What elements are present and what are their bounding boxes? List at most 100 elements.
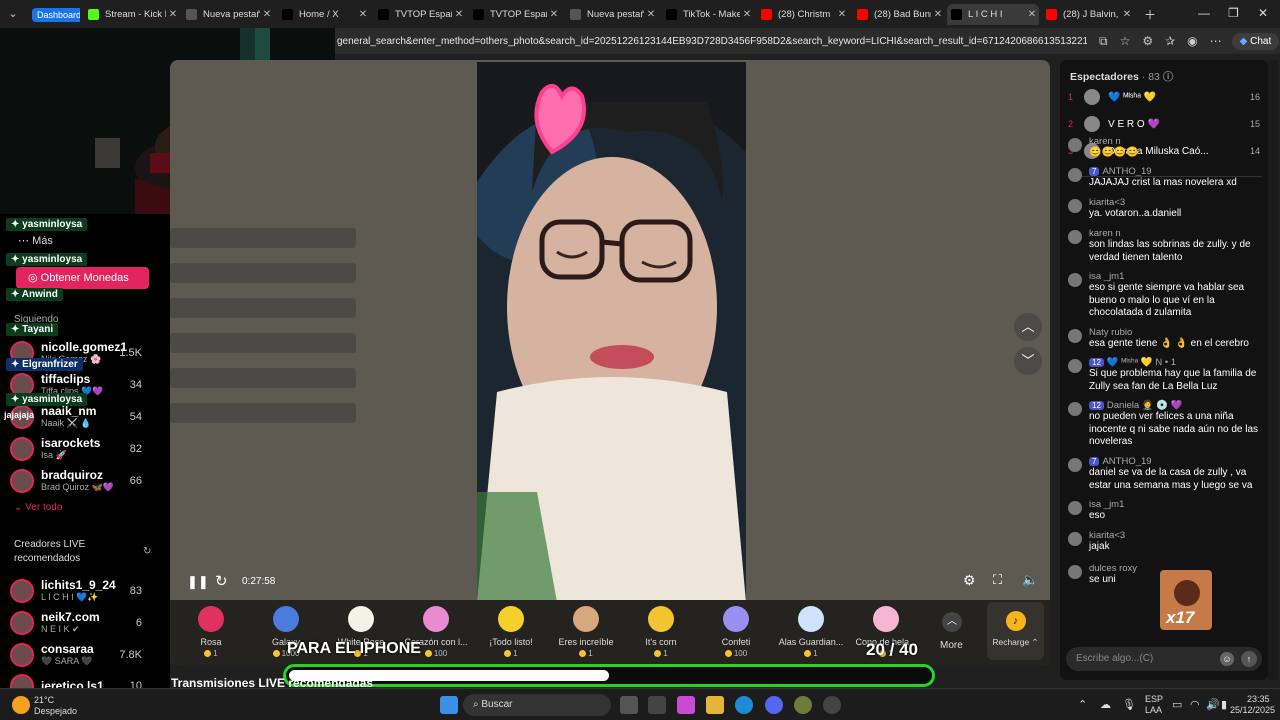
avatar[interactable] (10, 436, 34, 461)
browser-tab[interactable]: Stream - Kick Da✕ (84, 4, 180, 25)
browser-tab[interactable]: TVTOP España (✕ (469, 4, 561, 25)
next-stream-button[interactable]: ﹀ (1014, 347, 1042, 375)
comment-username[interactable]: kiarita<3 (1089, 530, 1125, 541)
recharge-button[interactable]: ♪ Recharge ⌃ (987, 602, 1044, 660)
browser-tab[interactable]: TVTOP España (✕ (374, 4, 466, 25)
creator-name[interactable]: consaraa (41, 642, 94, 656)
menu-dots-icon[interactable]: ⋯ (1210, 34, 1222, 48)
refresh-icon[interactable]: ↻ (143, 546, 151, 557)
avatar[interactable] (1068, 199, 1082, 213)
settings-icon[interactable]: ⚙ (963, 572, 976, 589)
open-in-app-icon[interactable]: ⧉ (1099, 34, 1108, 49)
gift-item[interactable]: Eres increíble 1 (551, 606, 621, 658)
close-tab-icon[interactable]: ✕ (356, 9, 370, 20)
tray-chevron-icon[interactable]: ⌃ (1078, 698, 1087, 711)
avatar[interactable] (1068, 402, 1082, 416)
comment-username[interactable]: Daniela 🤵 💿 💜 (1107, 400, 1183, 411)
comment-user[interactable]: isa _jm1 (1089, 499, 1260, 510)
clock-time[interactable]: 23:35 (1247, 694, 1270, 704)
browser-tab[interactable]: Nueva pestaña✕ (566, 4, 658, 25)
close-tab-icon[interactable]: ✕ (166, 9, 180, 20)
windows-start-icon[interactable] (440, 696, 458, 714)
creator-name[interactable]: isarockets (41, 436, 100, 450)
discord-icon[interactable] (765, 696, 783, 714)
avatar[interactable] (10, 578, 34, 603)
taskbar-search[interactable]: ⌕ Buscar (463, 694, 611, 716)
info-icon[interactable]: ⓘ (1163, 71, 1174, 83)
creator-name[interactable]: neik7.com (41, 610, 100, 624)
avatar[interactable] (1068, 329, 1082, 343)
avatar[interactable] (10, 642, 34, 667)
gift-item[interactable]: Rosa 1 (176, 606, 246, 658)
browser-tab[interactable]: Nueva pestaña✕ (182, 4, 274, 25)
copilot-chat-button[interactable]: ◆ Chat (1231, 32, 1280, 50)
browser-tab[interactable]: (28) Bad Bunny✕ (853, 4, 945, 25)
gift-more-button[interactable]: More (940, 640, 963, 651)
avatar[interactable] (1068, 565, 1082, 579)
get-coins-button[interactable]: ◎ Obtener Monedas (16, 267, 149, 289)
gift-item[interactable]: Confeti 100 (701, 606, 771, 658)
gift-item[interactable]: ¡Todo listo! 1 (476, 606, 546, 658)
top-viewer-row[interactable]: 2 V E R O 💜 15 (1068, 116, 1260, 132)
fullscreen-icon[interactable]: ⛶ (993, 572, 1002, 588)
comment-user[interactable]: Naty rubio (1089, 327, 1260, 338)
avatar[interactable] (1068, 501, 1082, 515)
see-all-link[interactable]: ⌄ Ver todo (14, 502, 62, 513)
comment-user[interactable]: 7 ANTHO_19 (1089, 166, 1260, 177)
mic-icon[interactable]: 🎙 (1122, 698, 1136, 711)
creator-name[interactable]: lichits1_9_24 (41, 578, 116, 592)
comment-username[interactable]: karen n (1089, 136, 1121, 147)
close-tab-icon[interactable]: ✕ (644, 9, 658, 20)
app-icon[interactable] (794, 696, 812, 714)
comment-user[interactable]: 7 ANTHO_19 (1089, 456, 1260, 467)
comment-user[interactable]: 12 Daniela 🤵 💿 💜 (1089, 400, 1260, 411)
avatar[interactable] (1068, 532, 1082, 546)
weather-temp[interactable]: 21°C (34, 695, 54, 705)
extensions-icon[interactable]: ⚙ (1142, 34, 1153, 48)
comment-user[interactable]: kiarita<3 (1089, 197, 1260, 208)
volume-tray-icon[interactable]: 🔊 (1206, 698, 1220, 711)
weather-icon[interactable] (12, 696, 30, 714)
volume-icon[interactable]: 🔈 (1022, 572, 1038, 588)
live-video[interactable] (477, 62, 746, 602)
creator-name[interactable]: bradquiroz (41, 468, 114, 482)
network-icon[interactable]: ▭ (1172, 698, 1182, 711)
avatar[interactable] (1068, 138, 1082, 152)
close-tab-icon[interactable]: ✕ (1025, 9, 1039, 20)
edge-icon[interactable] (735, 696, 753, 714)
comment-username[interactable]: ANTHO_19 (1102, 456, 1151, 467)
comment-username[interactable]: karen n (1089, 228, 1121, 239)
url-text[interactable]: general_search&enter_method=others_photo… (337, 36, 1087, 47)
avatar[interactable] (1068, 458, 1082, 472)
close-tab-icon[interactable]: ✕ (452, 9, 466, 20)
favorites-icon[interactable]: ✰ (1165, 34, 1175, 48)
close-tab-icon[interactable]: ✕ (740, 9, 754, 20)
comment-user[interactable]: 12 💙 ᴹᴵˢʰᵃ 💛 N • 1 (1089, 357, 1260, 368)
browser-tab[interactable]: TikTok - Make Yo✕ (662, 4, 754, 25)
close-tab-icon[interactable]: ✕ (547, 9, 561, 20)
task-view-icon[interactable] (620, 696, 638, 714)
avatar[interactable] (1068, 359, 1082, 373)
browser-tab[interactable]: (28) Christm ✕ (757, 4, 849, 25)
bookmark-star-icon[interactable]: ☆ (1120, 34, 1131, 48)
comment-user[interactable]: karen n (1089, 228, 1260, 239)
emoji-icon[interactable]: ☺ (1220, 652, 1234, 666)
avatar[interactable] (1068, 273, 1082, 287)
close-tab-icon[interactable]: ✕ (931, 9, 945, 20)
comment-username[interactable]: kiarita<3 (1089, 197, 1125, 208)
file-explorer-icon[interactable] (706, 696, 724, 714)
gift-item[interactable]: Alas Guardian... 1 (776, 606, 846, 658)
avatar[interactable] (10, 610, 34, 635)
avatar[interactable] (1084, 116, 1100, 132)
tab-list-icon[interactable]: ⌄ (4, 5, 22, 23)
more-item[interactable]: ⋯ Más (18, 234, 53, 247)
copilot-app-icon[interactable] (677, 696, 695, 714)
profile-avatar-icon[interactable]: ◉ (1187, 34, 1197, 48)
prev-stream-button[interactable]: ︿ (1014, 313, 1042, 341)
sidebar-creator[interactable]: lichits1_9_24 L I C H I 💙✨ 83 (10, 578, 160, 603)
sidebar-creator[interactable]: bradquiroz Brad Quiroz 🦋💜 66 (10, 468, 160, 493)
avatar[interactable] (1084, 89, 1100, 105)
comment-user[interactable]: kiarita<3 (1089, 530, 1260, 541)
avatar[interactable] (1068, 230, 1082, 244)
browser-tab[interactable]: L I C H I ✕ (947, 4, 1039, 25)
